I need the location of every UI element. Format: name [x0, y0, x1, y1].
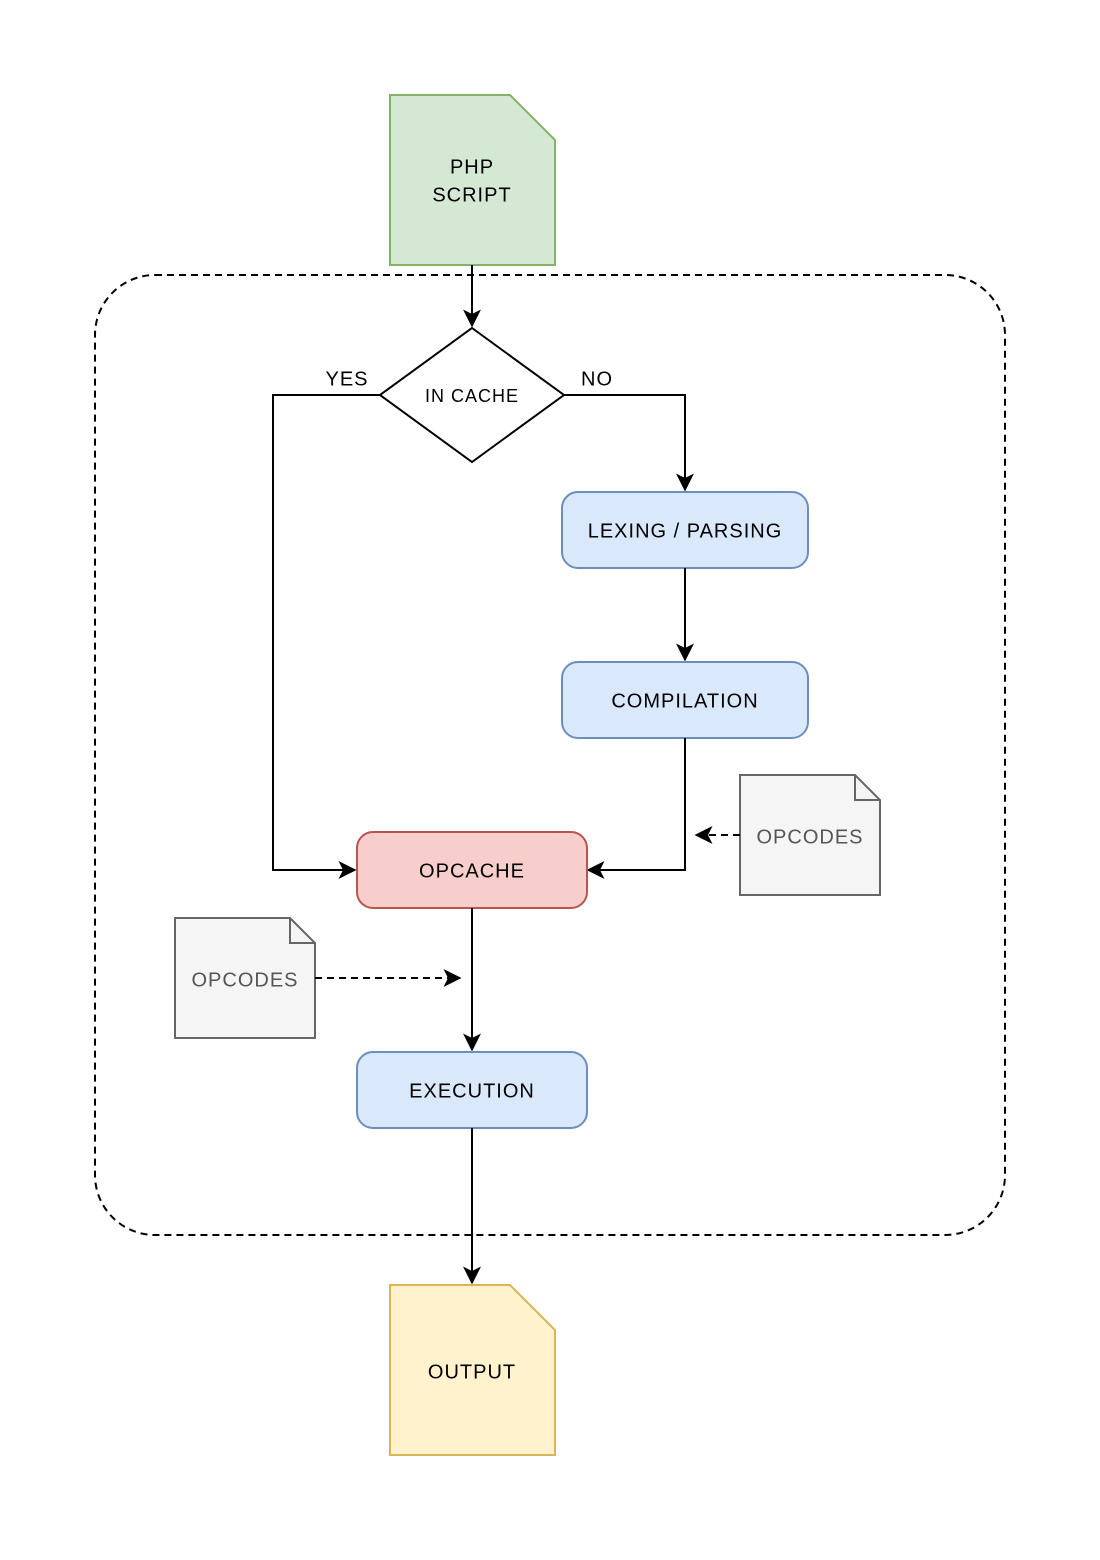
- output-label: OUTPUT: [428, 1361, 516, 1383]
- node-compilation: COMPILATION: [562, 662, 808, 738]
- note-opcodes-right: OPCODES: [740, 775, 880, 895]
- node-lexing-parsing: LEXING / PARSING: [562, 492, 808, 568]
- in-cache-label: IN CACHE: [425, 386, 519, 406]
- flowchart-canvas: PHP SCRIPT IN CACHE YES NO LEXING / PARS…: [0, 0, 1100, 1560]
- php-script-label-1: PHP: [450, 156, 494, 178]
- note-opcodes-left: OPCODES: [175, 918, 315, 1038]
- node-in-cache: IN CACHE: [380, 328, 564, 462]
- edge-no-to-lexing: [564, 395, 685, 490]
- lexing-label: LEXING / PARSING: [588, 520, 783, 542]
- node-php-script: PHP SCRIPT: [390, 95, 555, 265]
- execution-label: EXECUTION: [409, 1080, 535, 1102]
- compilation-label: COMPILATION: [611, 690, 758, 712]
- php-script-label-2: SCRIPT: [432, 184, 511, 206]
- opcodes-right-label: OPCODES: [756, 826, 863, 848]
- edge-label-no: NO: [581, 368, 613, 390]
- node-output: OUTPUT: [390, 1285, 555, 1455]
- edge-compilation-to-opcache: [588, 738, 685, 870]
- opcodes-left-label: OPCODES: [191, 969, 298, 991]
- edge-label-yes: YES: [325, 368, 368, 390]
- edge-yes-to-opcache: [273, 395, 380, 870]
- node-opcache: OPCACHE: [357, 832, 587, 908]
- opcache-label: OPCACHE: [419, 860, 525, 882]
- node-execution: EXECUTION: [357, 1052, 587, 1128]
